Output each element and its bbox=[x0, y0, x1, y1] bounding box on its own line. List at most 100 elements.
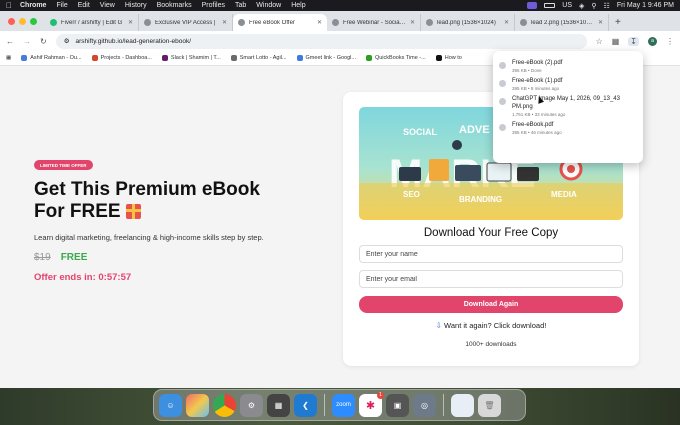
tab-free-ebook[interactable]: Free eBook Offer ✕ bbox=[233, 14, 327, 31]
bookmark-item[interactable]: Ashif Rahman - Ou... bbox=[21, 55, 82, 61]
bookmark-item[interactable]: QuickBooks Time -... bbox=[365, 55, 426, 61]
bookmark-star-icon[interactable]: ☆ bbox=[596, 37, 603, 46]
close-tab-icon[interactable]: ✕ bbox=[410, 19, 415, 26]
file-icon bbox=[499, 124, 506, 131]
bookmark-favicon bbox=[296, 55, 303, 61]
wifi-icon[interactable]: ◈ bbox=[579, 2, 584, 10]
download-file-meta: 395 KB • 46 minutes ago bbox=[512, 130, 562, 135]
dock-separator bbox=[324, 394, 325, 416]
system-settings-icon[interactable]: ⚙ bbox=[240, 393, 263, 417]
battery-icon[interactable] bbox=[544, 3, 556, 8]
finder-icon[interactable]: ☺ bbox=[159, 393, 182, 417]
menu-bar:  Chrome File Edit View History Bookmark… bbox=[0, 0, 680, 11]
datetime[interactable]: Fri May 1 9:46 PM bbox=[617, 2, 674, 9]
bookmark-item[interactable]: How to bbox=[435, 55, 462, 61]
toolbar: ← → ↻ ⚙ arshifty.github.io/lead-generati… bbox=[0, 31, 680, 51]
downloads-stack-icon[interactable] bbox=[451, 393, 474, 417]
tab-lead-png[interactable]: lead.png (1536×1024) ✕ bbox=[421, 14, 515, 31]
url-text[interactable]: arshifty.github.io/lead-generation-ebook… bbox=[76, 38, 192, 45]
tab-lead2-png[interactable]: lead 2.png (1536×1024) ✕ bbox=[515, 14, 609, 31]
bookmark-item[interactable]: Gmeet link - Googl... bbox=[296, 55, 356, 61]
extensions-icon[interactable]: ▦ bbox=[612, 37, 620, 46]
minimize-window-button[interactable] bbox=[19, 17, 26, 25]
bookmark-favicon bbox=[435, 55, 442, 61]
launchpad-icon[interactable] bbox=[186, 393, 209, 417]
menu-app-name[interactable]: Chrome bbox=[20, 2, 46, 9]
input-indicator[interactable]: US bbox=[562, 2, 572, 9]
close-tab-icon[interactable]: ✕ bbox=[504, 19, 509, 26]
download-item[interactable]: Free-eBook (1).pdf 395 KB • 8 minutes ag… bbox=[499, 77, 637, 91]
menu-view[interactable]: View bbox=[100, 2, 115, 9]
close-tab-icon[interactable]: ✕ bbox=[128, 19, 133, 26]
bookmark-label: Smart Lotto - Agil... bbox=[239, 55, 287, 61]
limited-offer-badge: LIMITED TIME OFFER bbox=[34, 160, 93, 170]
downloads-icon[interactable]: ↧ bbox=[628, 36, 639, 46]
download-item[interactable]: ChatGPT Image May 1, 2026, 09_13_43 PM.p… bbox=[499, 95, 637, 117]
forward-icon[interactable]: → bbox=[23, 37, 31, 46]
bookmark-item[interactable]: Projects - Dashboa... bbox=[91, 55, 152, 61]
preview-icon[interactable]: ◎ bbox=[413, 393, 436, 417]
download-again-button[interactable]: Download Again bbox=[359, 296, 623, 313]
camera-icon bbox=[452, 140, 462, 150]
clipboard-icon bbox=[429, 159, 449, 181]
vscode-icon[interactable]: ❮ bbox=[294, 393, 317, 417]
close-tab-icon[interactable]: ✕ bbox=[317, 19, 322, 26]
screen-icon bbox=[517, 167, 539, 181]
download-item-text: Free-eBook (1).pdf 395 KB • 8 minutes ag… bbox=[512, 77, 562, 91]
laptop-icon bbox=[399, 167, 421, 181]
back-icon[interactable]: ← bbox=[6, 37, 14, 46]
title-line-2: For FREE bbox=[34, 201, 314, 223]
new-tab-button[interactable]: + bbox=[609, 14, 627, 31]
zoom-icon[interactable]: zoom bbox=[332, 393, 355, 417]
more-menu-icon[interactable]: ⋮ bbox=[666, 37, 674, 46]
bookmark-label: Slack | Shamim | T... bbox=[170, 55, 221, 61]
bookmark-label: Projects - Dashboa... bbox=[100, 55, 152, 61]
slack-icon[interactable]: ✱ 1 bbox=[359, 391, 384, 417]
email-input[interactable] bbox=[359, 270, 623, 288]
tab-free-webinar[interactable]: Free Webinar - Social S ✕ bbox=[327, 14, 421, 31]
new-price: FREE bbox=[60, 252, 88, 263]
tab-vip-access[interactable]: Exclusive VIP Access | ✕ bbox=[139, 14, 233, 31]
menu-history[interactable]: History bbox=[125, 2, 147, 9]
close-tab-icon[interactable]: ✕ bbox=[222, 19, 227, 26]
tab-fiverr[interactable]: Fiverr / arshifty | Edit G ✕ bbox=[45, 14, 139, 31]
tab-title: lead 2.png (1536×1024) bbox=[531, 19, 594, 26]
zoom-window-button[interactable] bbox=[30, 17, 37, 25]
globe-icon bbox=[332, 19, 339, 26]
menu-edit[interactable]: Edit bbox=[78, 2, 90, 9]
fiverr-icon bbox=[50, 19, 57, 26]
chrome-icon[interactable] bbox=[213, 393, 236, 417]
download-item[interactable]: Free-eBook (2).pdf 395 KB • Done bbox=[499, 59, 637, 73]
bookmark-item[interactable]: Slack | Shamim | T... bbox=[161, 55, 221, 61]
control-center-icon[interactable]: ☷ bbox=[604, 2, 610, 10]
apple-icon[interactable]:  bbox=[6, 1, 12, 10]
trash-icon[interactable]: 🗑 bbox=[478, 393, 501, 417]
menu-window[interactable]: Window bbox=[256, 2, 281, 9]
window-controls bbox=[8, 11, 37, 31]
slack-logo-icon: ✱ bbox=[365, 399, 376, 412]
bookmark-item[interactable]: Smart Lotto - Agil... bbox=[230, 55, 287, 61]
site-info-icon[interactable]: ⚙ bbox=[64, 37, 70, 45]
screenshot-icon[interactable]: ▣ bbox=[386, 393, 409, 417]
menu-bookmarks[interactable]: Bookmarks bbox=[157, 2, 192, 9]
apps-grid-icon[interactable]: ▦ bbox=[6, 55, 11, 61]
screen-record-icon[interactable] bbox=[527, 2, 538, 9]
menu-file[interactable]: File bbox=[56, 2, 67, 9]
menu-help[interactable]: Help bbox=[291, 2, 305, 9]
close-tab-icon[interactable]: ✕ bbox=[598, 19, 603, 26]
subtitle: Learn digital marketing, freelancing & h… bbox=[34, 233, 264, 242]
menu-profiles[interactable]: Profiles bbox=[202, 2, 225, 9]
address-bar[interactable]: ⚙ arshifty.github.io/lead-generation-ebo… bbox=[55, 33, 587, 49]
calculator-icon[interactable]: ▦ bbox=[267, 393, 290, 417]
name-input[interactable] bbox=[359, 245, 623, 263]
download-item[interactable]: Free-eBook.pdf 395 KB • 46 minutes ago bbox=[499, 121, 637, 135]
search-icon[interactable]: ⚲ bbox=[591, 2, 596, 10]
close-window-button[interactable] bbox=[8, 17, 15, 25]
avatar[interactable]: a bbox=[648, 36, 657, 46]
price-row: $19 FREE bbox=[34, 252, 87, 263]
reload-icon[interactable]: ↻ bbox=[40, 37, 47, 46]
tab-title: Fiverr / arshifty | Edit G bbox=[61, 19, 123, 26]
download-hint-icon: ⇩ bbox=[435, 321, 442, 330]
download-file-name: Free-eBook (2).pdf bbox=[512, 60, 563, 66]
menu-tab[interactable]: Tab bbox=[235, 2, 246, 9]
